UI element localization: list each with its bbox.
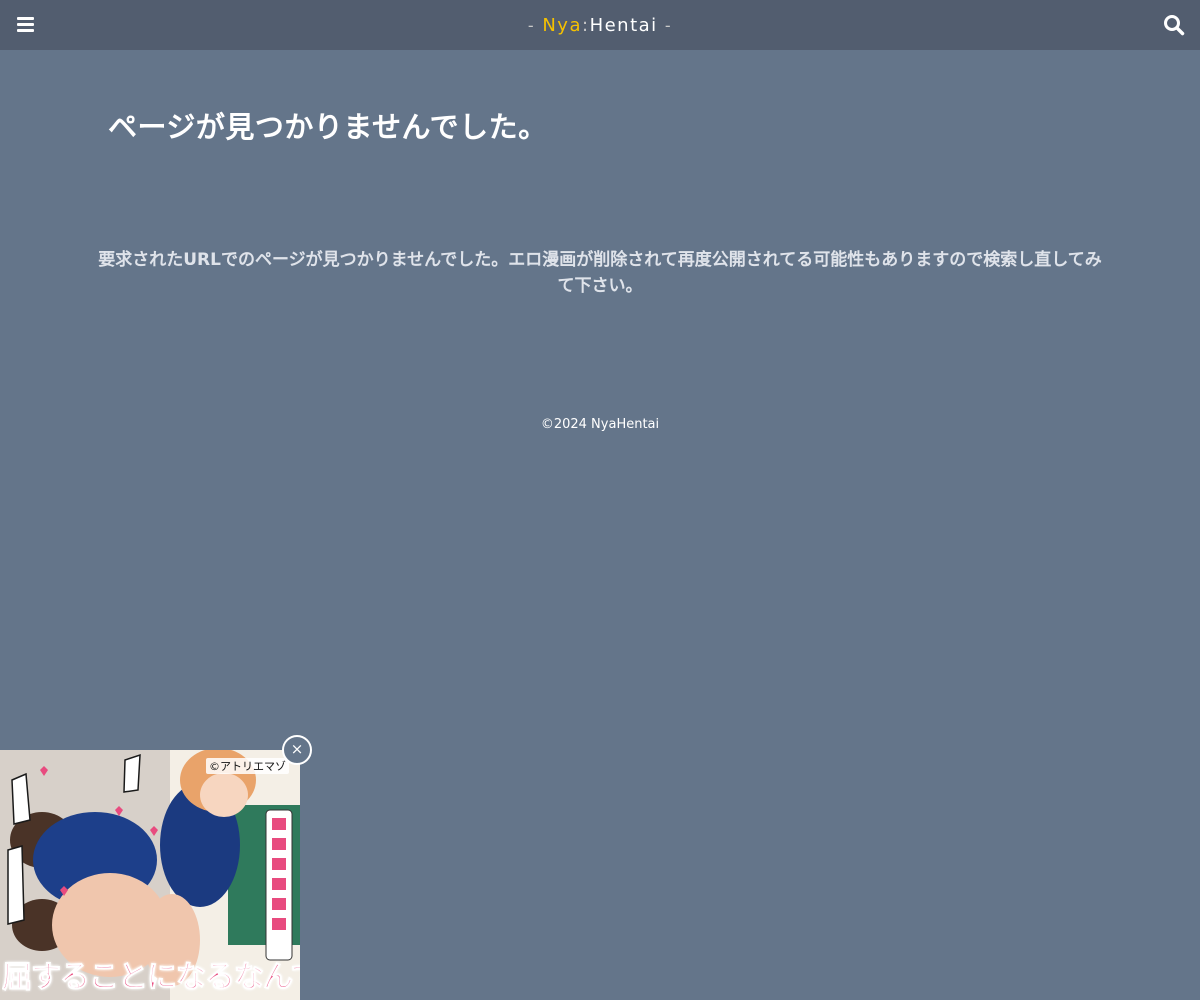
ad-close-button[interactable]: × [282,735,312,765]
ad-credit: ©アトリエマゾ [206,758,289,774]
page-title: ページが見つかりませんでした。 [108,110,548,144]
logo-colon: : [581,15,590,36]
ad-caption: 屈することになるなんて [2,960,300,996]
site-header: - Nya:Hentai - [0,0,1200,50]
footer-copyright: ©2024 NyaHentai [540,417,660,432]
search-icon[interactable] [1163,14,1185,36]
site-logo-link[interactable]: - Nya:Hentai - [528,15,672,36]
hamburger-menu-icon[interactable] [14,13,38,37]
logo-nya: Nya [542,15,582,36]
not-found-message: 要求されたURLでのページが見つかりませんでした。エロ漫画が削除されて再度公開さ… [98,250,1102,296]
search-icon-graphic [1164,15,1185,36]
menu-bar [17,17,34,20]
menu-bar [17,23,34,26]
site-logo: - Nya:Hentai - [0,0,1200,50]
logo-dash-right: - [664,16,673,35]
logo-hentai: Hentai [589,15,658,36]
menu-bar [17,29,34,32]
logo-dash-left: - [527,16,536,35]
